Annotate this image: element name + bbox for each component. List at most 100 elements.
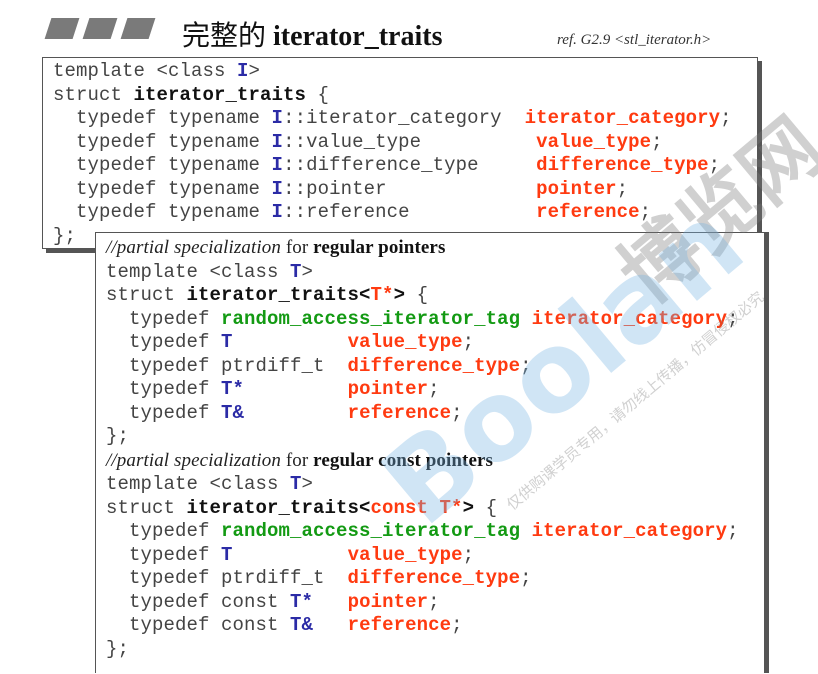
code-token: typedef: [106, 331, 222, 353]
code-token: regular pointers: [313, 237, 446, 258]
code-token: typedef typename: [53, 177, 272, 200]
code-token: reference: [347, 401, 452, 424]
code-token: {: [306, 83, 330, 106]
code-token: regular const pointers: [313, 449, 494, 471]
code-token: difference_type: [347, 567, 521, 589]
code-line: typedef typename I::value_type value_typ…: [53, 131, 732, 155]
code-token: T: [221, 331, 233, 353]
code-line: typedef typename I::difference_type diff…: [53, 154, 732, 178]
slide-title-cjk: 完整的: [182, 21, 267, 52]
code-line: typedef const T& reference;: [106, 614, 739, 638]
code-token: ;: [708, 154, 721, 176]
code-token: >: [301, 260, 314, 283]
code-line: typedef typename I::iterator_category it…: [53, 107, 732, 131]
code-token: typedef typename: [53, 130, 272, 153]
code-token: ::reference: [283, 201, 537, 223]
code-token: };: [53, 224, 77, 247]
code-token: struct: [53, 83, 134, 106]
code-token: ;: [520, 354, 532, 377]
source-reference: ref. G2.9 <stl_iterator.h>: [557, 32, 712, 48]
code-token: I: [271, 130, 284, 153]
code-token: //partial specialization: [106, 237, 281, 258]
code-token: T: [290, 260, 302, 283]
code-line: typedef T value_type;: [106, 331, 739, 355]
code-line: //partial specialization for regular con…: [106, 449, 739, 474]
primary-template-code: template <class I> struct iterator_traits…: [53, 60, 732, 248]
code-line: typedef T& reference;: [106, 402, 739, 426]
code-token: ::difference_type: [283, 154, 537, 176]
code-token: iterator_traits<: [186, 284, 371, 306]
code-token: random_access_iterator_tag: [221, 307, 521, 330]
code-token: value_type: [347, 331, 463, 353]
code-token: for: [281, 237, 314, 258]
code-token: template <class: [53, 60, 238, 82]
code-token: I: [271, 201, 284, 223]
code-token: typedef: [106, 401, 222, 424]
code-token: for: [281, 449, 314, 471]
code-token: ;: [651, 130, 663, 153]
code-token: ;: [428, 590, 440, 613]
code-token: ;: [727, 520, 739, 542]
code-token: ;: [462, 331, 475, 353]
code-token: I: [271, 154, 284, 176]
code-token: typedef const: [106, 614, 291, 636]
code-line: typedef typename I::pointer pointer;: [53, 178, 732, 202]
code-line: typedef const T* pointer;: [106, 591, 739, 615]
code-line: template <class T>: [106, 473, 739, 497]
code-token: struct: [106, 284, 187, 306]
code-token: ;: [520, 567, 532, 589]
code-line: typedef random_access_iterator_tag itera…: [106, 520, 739, 544]
code-token: ;: [616, 177, 629, 200]
code-line: typedef random_access_iterator_tag itera…: [106, 308, 739, 332]
code-token: iterator_category: [531, 520, 728, 542]
code-token: };: [106, 425, 130, 447]
code-token: T: [290, 473, 302, 495]
code-token: pointer: [536, 177, 617, 200]
code-token: T*: [290, 590, 314, 613]
code-line: typedef ptrdiff_t difference_type;: [106, 567, 739, 591]
code-token: typedef: [106, 307, 222, 330]
slide-title-code: iterator_traits: [273, 21, 443, 52]
code-token: {: [405, 284, 429, 306]
code-token: pointer: [347, 378, 429, 400]
code-token: random_access_iterator_tag: [221, 520, 521, 542]
code-token: const T*: [370, 496, 463, 519]
code-line: typedef T value_type;: [106, 544, 739, 568]
code-token: typedef: [106, 520, 222, 542]
code-token: >: [248, 60, 261, 82]
code-token: ;: [451, 401, 463, 424]
code-token: difference_type: [536, 154, 709, 176]
partial-specialization-code-box: //partial specialization for regular poi…: [95, 232, 765, 673]
code-token: reference: [347, 614, 452, 636]
code-token: >: [393, 284, 406, 306]
code-token: value_type: [347, 543, 463, 566]
code-token: T*: [221, 378, 245, 400]
code-line: };: [106, 638, 739, 662]
code-token: T*: [370, 284, 394, 306]
code-token: difference_type: [347, 354, 521, 377]
code-line: struct iterator_traits {: [53, 84, 732, 108]
slide-title: 完整的 iterator_traits: [182, 14, 442, 54]
code-token: ;: [462, 543, 475, 566]
code-token: iterator_traits: [133, 83, 307, 106]
code-token: ;: [639, 201, 652, 223]
code-token: I: [271, 177, 284, 200]
code-token: ::iterator_category: [283, 107, 525, 129]
code-token: iterator_category: [524, 107, 721, 129]
code-token: struct: [106, 496, 187, 519]
title-decoration-bar: [82, 18, 118, 39]
title-decoration-bar: [44, 18, 80, 39]
partial-specialization-code: //partial specialization for regular poi…: [106, 236, 739, 661]
code-line: struct iterator_traits<T*> {: [106, 284, 739, 308]
code-token: ;: [451, 614, 463, 636]
code-token: typedef: [106, 378, 222, 400]
code-token: ::pointer: [283, 177, 537, 200]
code-token: ;: [428, 378, 440, 400]
code-token: };: [106, 637, 130, 660]
code-token: {: [474, 496, 498, 519]
